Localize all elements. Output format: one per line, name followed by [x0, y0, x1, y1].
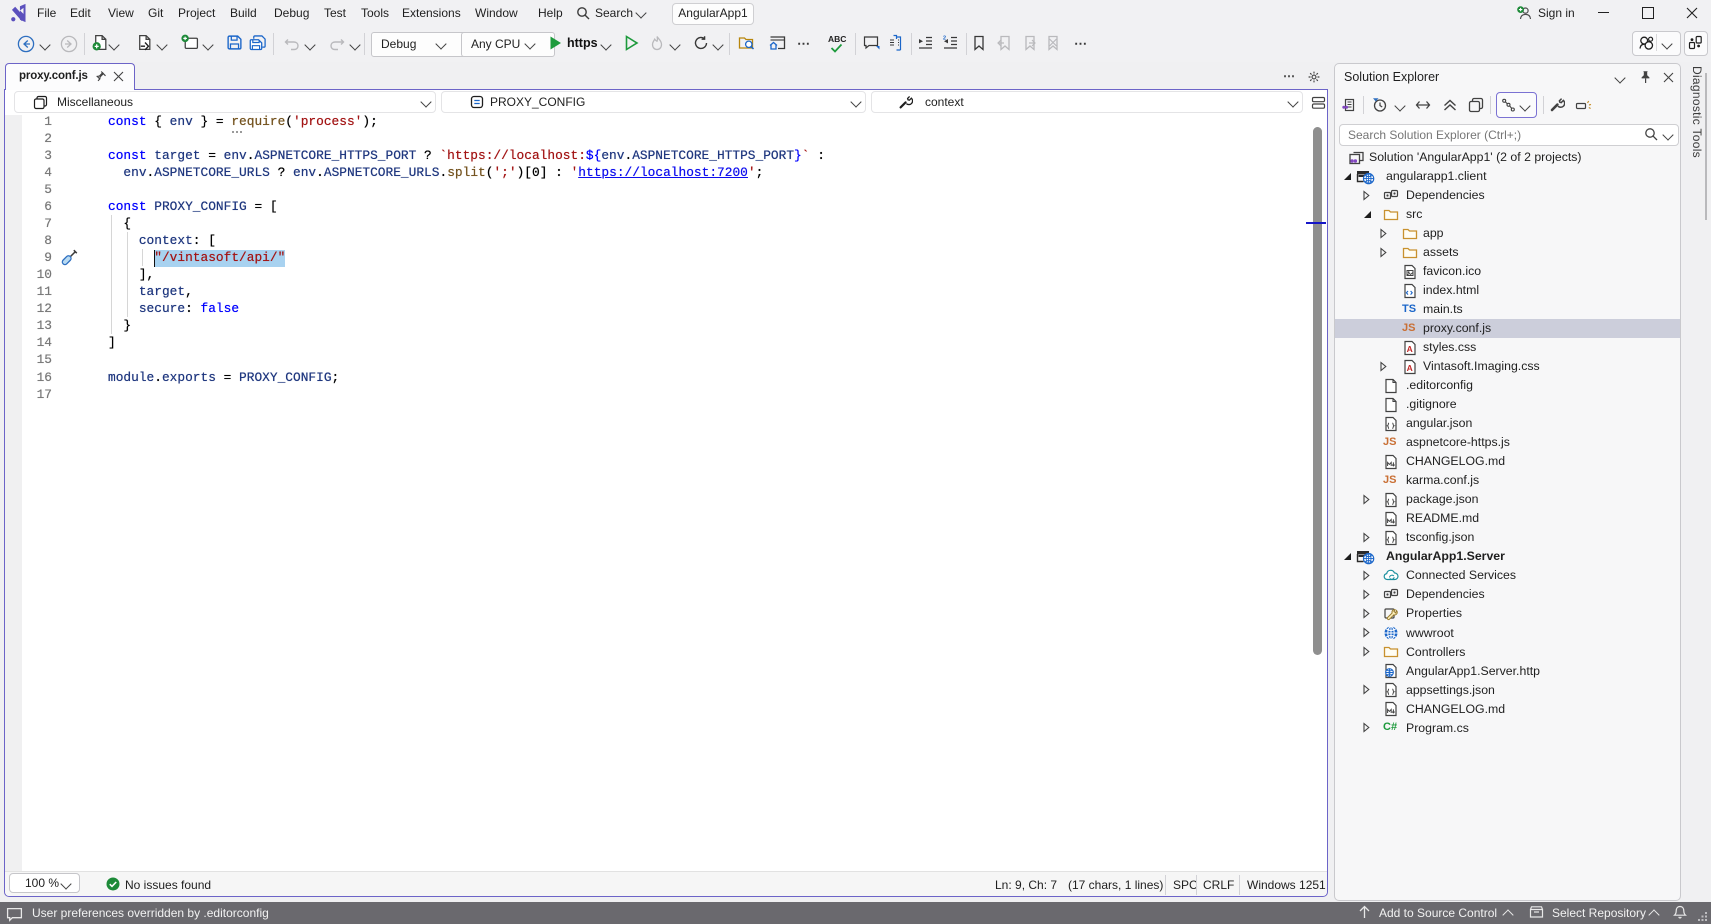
svg-text:2: 2	[943, 36, 946, 42]
svg-text:A: A	[1407, 344, 1413, 354]
svg-text:A: A	[1407, 363, 1413, 373]
